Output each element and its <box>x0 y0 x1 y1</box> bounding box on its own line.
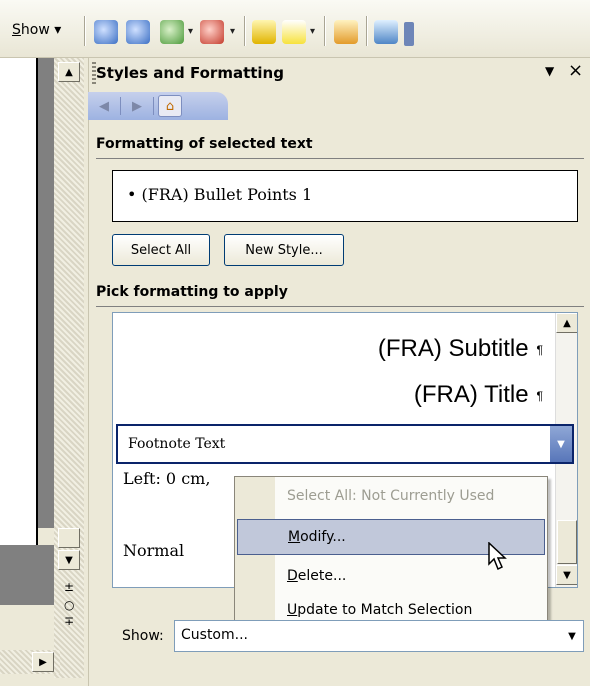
list-item-title[interactable]: (FRA) Title ¶ <box>414 381 543 409</box>
pick-formatting-heading: Pick formatting to apply <box>96 284 288 300</box>
close-icon[interactable]: × <box>568 60 583 81</box>
back-icon[interactable]: ◀ <box>92 95 116 117</box>
highlight-icon[interactable] <box>282 20 306 44</box>
accept-change-icon[interactable] <box>160 20 184 44</box>
selected-style-box: • (FRA) Bullet Points 1 <box>112 170 578 222</box>
chevron-down-icon[interactable]: ▼ <box>550 426 572 462</box>
style-name: (FRA) Title <box>413 381 529 408</box>
menu-item-label: elete... <box>297 568 347 584</box>
divider <box>96 158 584 159</box>
reviewing-pane-icon[interactable] <box>374 20 398 44</box>
chevron-down-icon[interactable]: ▼ <box>561 621 583 651</box>
new-style-button[interactable]: New Style... <box>224 234 344 266</box>
chevron-down-icon[interactable]: ▾ <box>188 26 193 37</box>
document-page <box>0 58 38 558</box>
next-change-icon[interactable] <box>126 20 150 44</box>
home-icon[interactable]: ⌂ <box>158 95 182 117</box>
pane-menu-icon[interactable]: ▼ <box>545 64 554 78</box>
track-changes-icon[interactable] <box>334 20 358 44</box>
menu-item-accelerator: M <box>288 529 301 545</box>
select-all-button[interactable]: Select All <box>112 234 210 266</box>
show-menu-accelerator: S <box>12 22 21 38</box>
show-menu-label: how <box>20 22 50 38</box>
scroll-thumb[interactable] <box>557 520 577 564</box>
style-name: Footnote Text <box>128 436 226 452</box>
new-comment-icon[interactable] <box>252 20 276 44</box>
scroll-down-icon[interactable]: ▼ <box>556 565 577 585</box>
list-item-footnote-text[interactable]: Footnote Text ▼ <box>116 424 574 464</box>
menu-item-accelerator: D <box>287 568 298 584</box>
previous-page-icon[interactable]: ± <box>64 580 74 594</box>
scroll-up-icon[interactable]: ▲ <box>556 313 577 333</box>
menu-item-accelerator: U <box>287 602 298 618</box>
chevron-down-icon[interactable]: ▾ <box>230 26 235 37</box>
scroll-down-icon[interactable]: ▼ <box>58 550 80 570</box>
scroll-thumb[interactable] <box>58 528 80 548</box>
show-dropdown-value: Custom... <box>181 627 248 643</box>
menu-item-select-all[interactable]: Select All: Not Currently Used <box>275 479 545 515</box>
chevron-down-icon: ▾ <box>54 22 62 38</box>
show-label: Show: <box>122 628 164 644</box>
document-horizontal-scrollbar[interactable]: ▶ <box>0 650 60 674</box>
toolbar-options-icon[interactable] <box>404 22 414 46</box>
paragraph-mark-icon: ¶ <box>536 342 543 357</box>
list-item-left-indent[interactable]: Left: 0 cm, <box>123 469 210 488</box>
pane-navigation: ◀ ▶ ⌂ <box>88 92 228 120</box>
scroll-right-icon[interactable]: ▶ <box>32 652 54 672</box>
menu-item-label: odify... <box>300 529 346 545</box>
list-item-normal[interactable]: Normal <box>123 541 184 560</box>
document-margin-lower <box>0 545 54 605</box>
selected-formatting-heading: Formatting of selected text <box>96 136 313 152</box>
menu-item-label: pdate to Match Selection <box>297 602 473 618</box>
scroll-up-icon[interactable]: ▲ <box>58 62 80 82</box>
paragraph-mark-icon: ¶ <box>536 388 543 403</box>
toolbar: Show ▾ ▾ ▾ ▾ <box>0 0 590 58</box>
list-item-subtitle[interactable]: (FRA) Subtitle ¶ <box>378 335 543 363</box>
next-page-icon[interactable]: ∓ <box>64 614 74 628</box>
mouse-cursor-icon <box>488 542 507 571</box>
pane-title: Styles and Formatting <box>96 64 284 82</box>
forward-icon[interactable]: ▶ <box>125 95 149 117</box>
previous-change-icon[interactable] <box>94 20 118 44</box>
style-name: (FRA) Subtitle <box>377 335 529 362</box>
document-vertical-scrollbar[interactable]: ▲ ▼ ± ○ ∓ <box>54 58 84 678</box>
reject-change-icon[interactable] <box>200 20 224 44</box>
divider <box>96 306 584 307</box>
document-margin <box>38 58 54 528</box>
show-menu-button[interactable]: Show ▾ <box>8 20 65 44</box>
show-dropdown[interactable]: Custom... ▼ <box>174 620 584 652</box>
chevron-down-icon[interactable]: ▾ <box>310 26 315 37</box>
select-browse-object-icon[interactable]: ○ <box>64 598 74 612</box>
